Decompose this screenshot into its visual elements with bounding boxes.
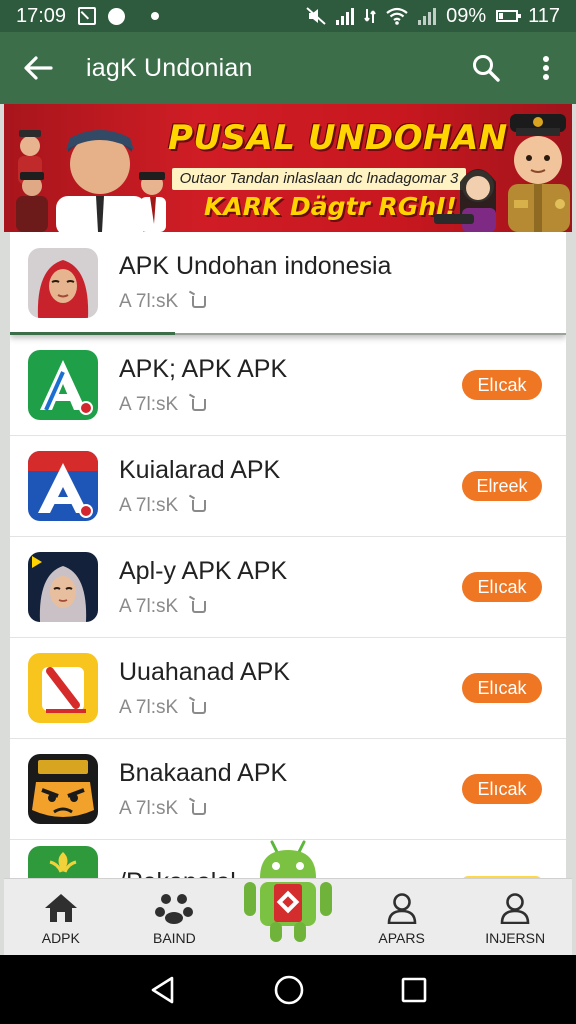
app-meta: A 7l:sK <box>119 291 179 312</box>
nav-label: INJERSN <box>485 930 546 946</box>
arrow-left-icon <box>24 56 53 80</box>
wifi-icon <box>386 7 408 25</box>
cart-icon <box>192 802 207 815</box>
banner-characters-right-illustration <box>434 114 570 232</box>
download-progress-bar <box>10 332 175 335</box>
status-bar: 17:09 09% 117 <box>0 0 576 32</box>
app-meta: A 7l:sK <box>119 494 179 516</box>
recents-square-icon[interactable] <box>400 976 428 1004</box>
banner-subtitle: Outaor Tandan inlaslaan dc lnadagomar 3 <box>172 168 466 190</box>
signal-icon <box>336 7 355 25</box>
banner-people-left-illustration <box>16 130 166 232</box>
list-item[interactable]: Kuialarad APK A 7l:sK Elreek <box>10 436 566 537</box>
list-item-highlighted[interactable]: APK Undohan indonesia A 7l:sK <box>10 232 566 335</box>
search-button[interactable] <box>456 32 516 104</box>
list-item[interactable]: Apl-y APK APK A 7l:sK Elıcak <box>10 537 566 638</box>
circle-notification-icon <box>108 7 126 25</box>
home-circle-icon[interactable] <box>273 974 305 1006</box>
cart-icon <box>192 398 207 411</box>
battery-percent: 09% <box>446 4 487 27</box>
app-list: APK Undohan indonesia A 7l:sK APK; APK A… <box>10 232 566 892</box>
back-button[interactable] <box>0 32 76 104</box>
android-robot-icon <box>243 840 332 942</box>
install-button[interactable]: Elıcak <box>462 572 542 602</box>
list-item[interactable]: APK; APK APK A 7l:sK Elıcak <box>10 335 566 436</box>
app-meta: A 7l:sK <box>119 797 179 819</box>
status-time: 17:09 <box>16 4 67 27</box>
cart-icon <box>192 600 207 613</box>
angry-face-logo-icon <box>28 754 98 824</box>
cart-icon <box>192 499 207 512</box>
image-notification-icon <box>78 7 97 25</box>
nav-item-band[interactable]: BAIND <box>118 879 232 955</box>
cart-icon <box>192 701 207 714</box>
more-vert-icon <box>543 56 549 80</box>
status-number: 117 <box>528 4 560 27</box>
yellow-slash-logo-icon <box>28 653 98 723</box>
install-button[interactable]: Elıcak <box>462 370 542 400</box>
app-name: Bnakaand APK <box>119 758 288 787</box>
promo-banner[interactable]: PUSAL UNDOHAN Outaor Tandan inlaslaan dc… <box>4 104 572 232</box>
green-leaf-logo-icon <box>28 846 98 880</box>
overflow-menu-button[interactable] <box>516 32 576 104</box>
app-bar: iagK Undonian <box>0 32 576 104</box>
app-name: Uuahanad APK <box>119 657 290 686</box>
page-title: iagK Undonian <box>86 53 253 82</box>
app-name: APK Undohan indonesia <box>119 252 392 280</box>
app-name: Kuialarad APK <box>119 455 281 484</box>
blue-red-a-logo-icon <box>28 451 98 521</box>
dot-notification-icon <box>151 12 160 20</box>
list-item[interactable]: Uuahanad APK A 7l:sK Elıcak <box>10 638 566 739</box>
signal-weak-icon <box>418 7 437 25</box>
hijab-portrait-icon <box>28 552 98 622</box>
home-icon <box>44 894 77 922</box>
group-icon <box>155 894 194 924</box>
system-navigation-bar <box>0 955 576 1024</box>
nav-item-apars[interactable]: APARS <box>345 879 459 955</box>
app-screen: 17:09 09% 117 iagK Undonian PUSAL UNDOHA… <box>0 0 576 1024</box>
person-icon <box>500 893 530 924</box>
nav-label: APARS <box>378 930 425 946</box>
back-triangle-icon[interactable] <box>148 975 178 1005</box>
nav-item-user[interactable]: INJERSN <box>458 879 572 955</box>
nav-label: BAIND <box>152 930 196 946</box>
install-button[interactable]: Elıcak <box>462 774 542 804</box>
nav-item-home[interactable]: ADPK <box>4 879 118 955</box>
nav-label: ADPK <box>41 930 80 946</box>
mute-icon <box>306 7 326 25</box>
nav-item-android[interactable] <box>231 840 345 955</box>
list-item[interactable]: Bnakaand APK A 7l:sK Elıcak <box>10 739 566 840</box>
app-meta: A 7l:sK <box>119 393 179 415</box>
app-meta: A 7l:sK <box>119 595 179 617</box>
data-transfer-icon <box>364 9 376 23</box>
green-a-logo-icon <box>28 350 98 420</box>
battery-icon <box>496 10 522 22</box>
app-name: Apl-y APK APK <box>119 556 288 585</box>
app-name: APK; APK APK <box>119 354 288 383</box>
hijab-woman-avatar-icon <box>28 247 98 318</box>
bottom-navigation: ADPK BAIND APARS INJERSN <box>4 840 572 955</box>
banner-slogan: KARK Dägtr RGhI! <box>204 192 457 221</box>
app-meta: A 7l:sK <box>119 696 179 718</box>
install-button[interactable]: Elreek <box>462 471 542 501</box>
person-icon <box>387 893 416 924</box>
install-button[interactable]: Elıcak <box>462 673 542 703</box>
search-icon <box>473 55 500 82</box>
cart-icon <box>192 296 207 308</box>
